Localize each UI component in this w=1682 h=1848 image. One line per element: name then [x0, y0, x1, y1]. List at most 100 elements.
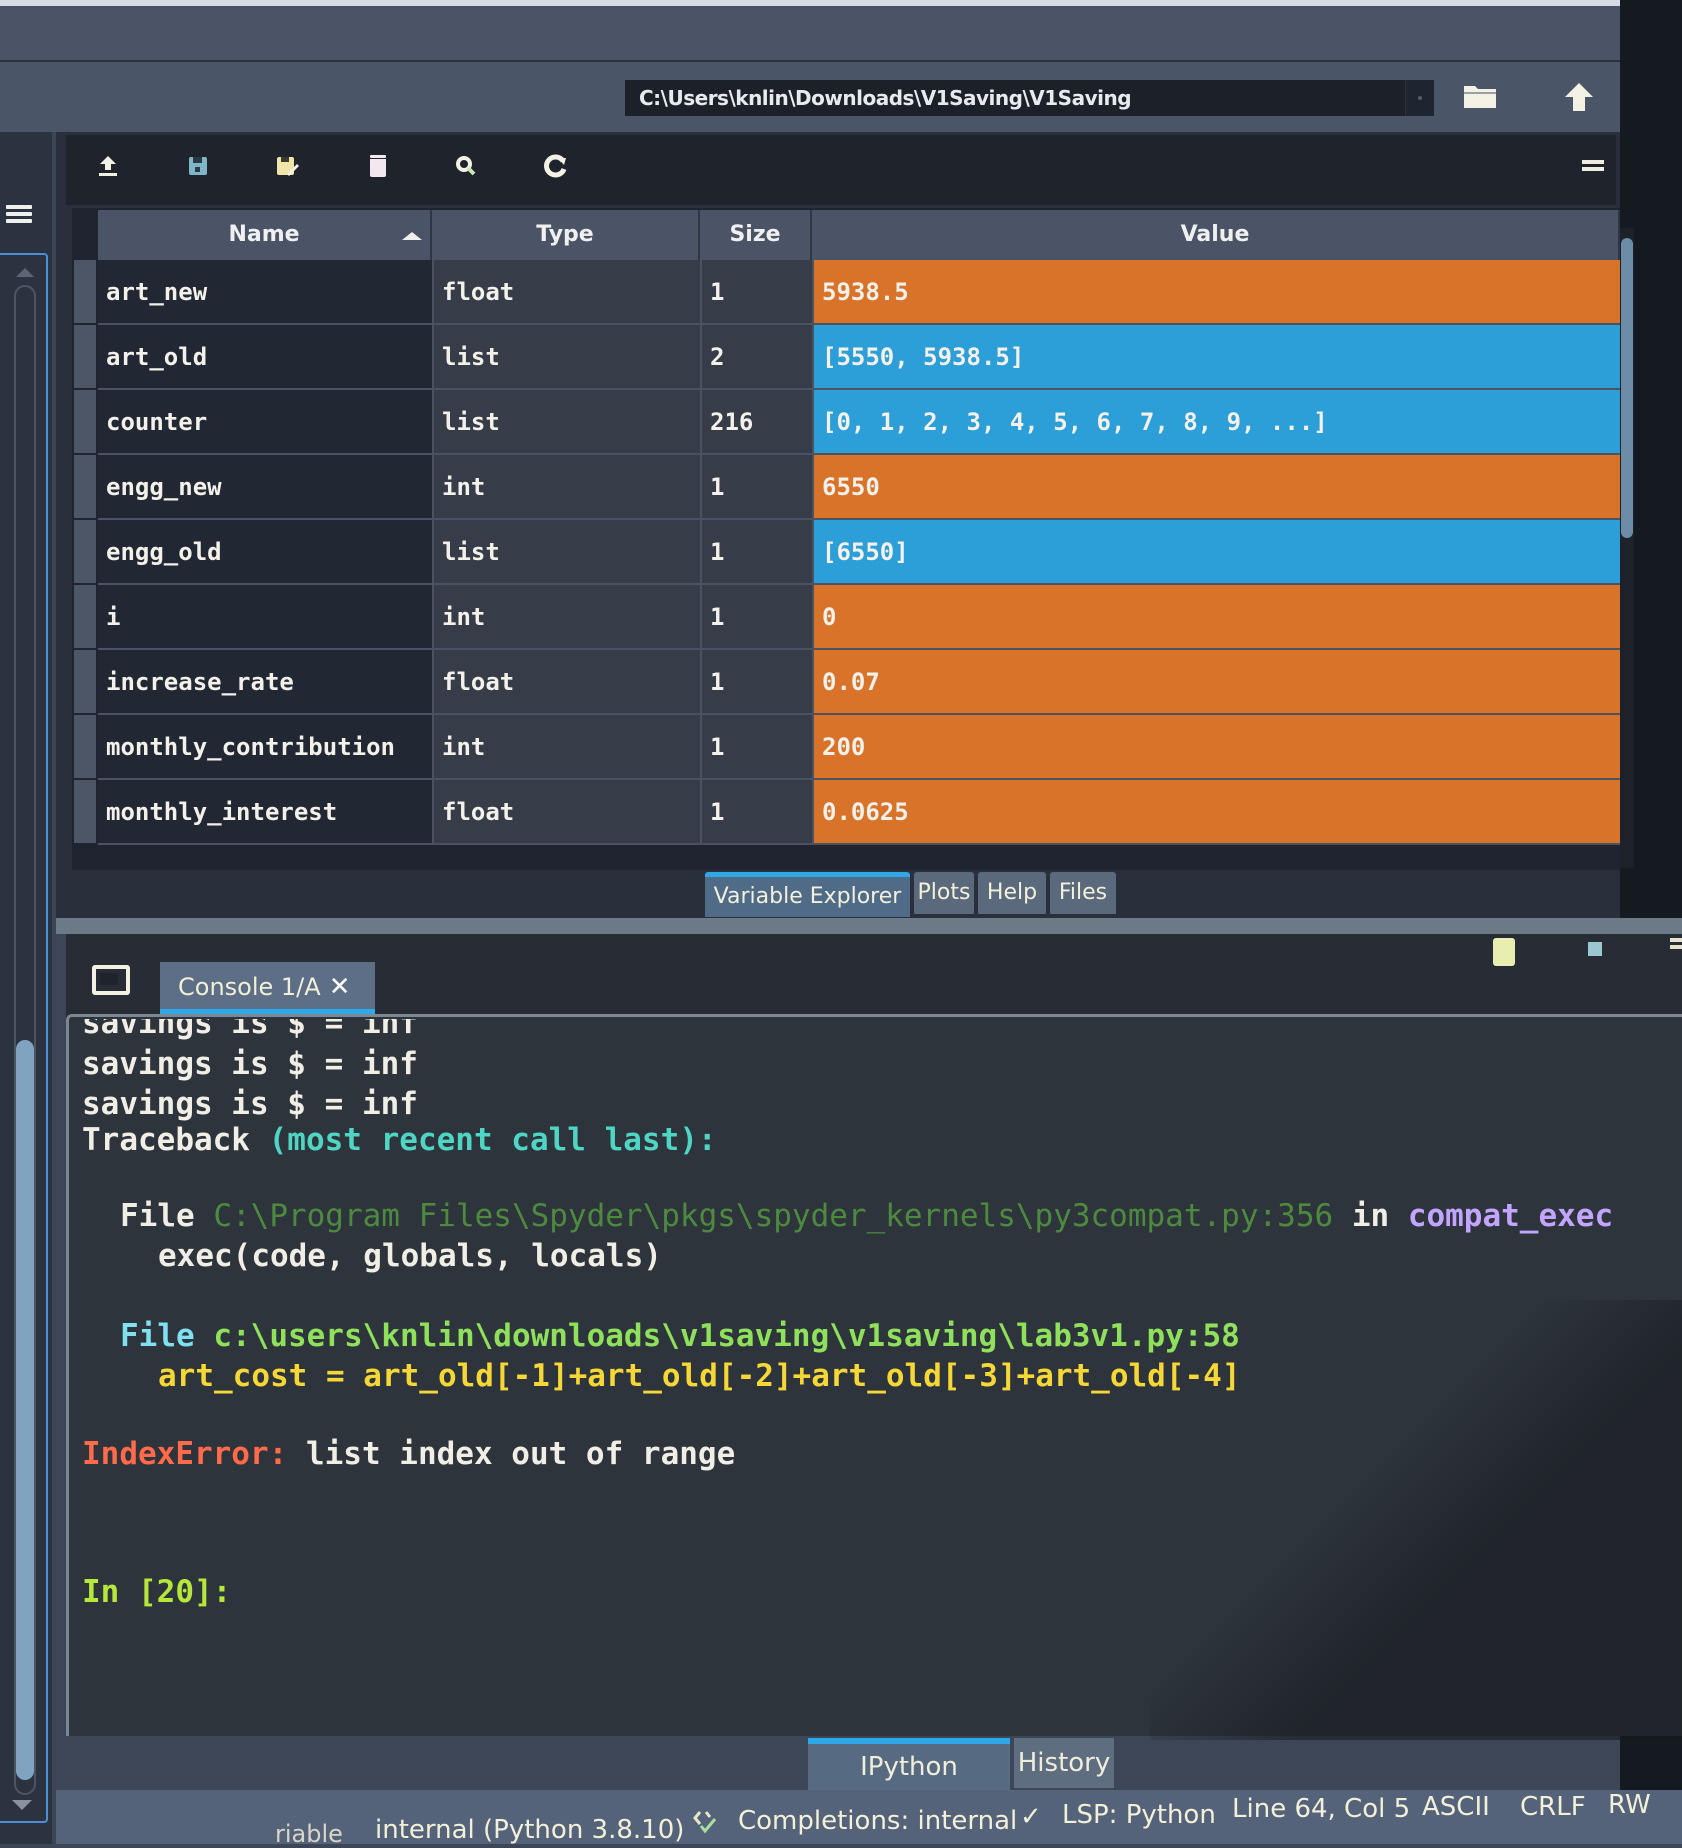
status-cursor-position: Line 64, Col 5: [1232, 1794, 1411, 1824]
refresh-icon[interactable]: [542, 152, 570, 180]
sort-ascending-icon: [402, 232, 422, 240]
variable-value-cell[interactable]: 5938.5: [812, 260, 1620, 325]
variable-type-cell[interactable]: float: [432, 260, 700, 325]
variable-table-scrollbar-thumb[interactable]: [1621, 238, 1633, 538]
traceback-frame-2: File c:\users\knlin\downloads\v1saving\v…: [120, 1318, 1240, 1354]
traceback-header: Traceback (most recent call last):: [82, 1122, 717, 1158]
status-interpreter[interactable]: internal (Python 3.8.10): [375, 1815, 684, 1845]
status-lsp[interactable]: LSP: Python: [1062, 1800, 1216, 1830]
console-tab[interactable]: Console 1/A ✕: [160, 962, 375, 1014]
variable-type-cell[interactable]: list: [432, 325, 700, 390]
variable-size-cell[interactable]: 1: [700, 455, 812, 520]
variable-name-cell[interactable]: increase_rate: [98, 650, 432, 715]
status-eol: CRLF: [1520, 1792, 1586, 1822]
menu-icon[interactable]: [6, 205, 32, 225]
variable-type-cell[interactable]: int: [432, 715, 700, 780]
row-header[interactable]: [74, 780, 96, 843]
variable-type-cell[interactable]: float: [432, 650, 700, 715]
search-icon[interactable]: [452, 152, 480, 180]
remove-all-variables-icon[interactable]: [364, 152, 392, 180]
stop-kernel-icon[interactable]: [1588, 942, 1602, 956]
status-completions[interactable]: Completions: internal: [738, 1806, 1017, 1836]
scroll-down-arrow-icon[interactable]: [12, 1800, 32, 1810]
row-header[interactable]: [74, 325, 96, 388]
variable-value-cell[interactable]: 0.07: [812, 650, 1620, 715]
close-icon[interactable]: ✕: [329, 972, 351, 1002]
variable-type-cell[interactable]: list: [432, 520, 700, 585]
window-top-strip: [0, 0, 1620, 62]
console-output-line: savings is $ = inf: [82, 1086, 418, 1122]
variable-value-cell[interactable]: [5550, 5938.5]: [812, 325, 1620, 390]
console-browse-tabs-icon[interactable]: [92, 965, 130, 995]
traceback-file-link[interactable]: C:\Program Files\Spyder\pkgs\spyder_kern…: [213, 1198, 1333, 1234]
traceback-file-link[interactable]: c:\users\knlin\downloads\v1saving\v1savi…: [213, 1318, 1240, 1354]
variable-value-cell[interactable]: 0.0625: [812, 780, 1620, 845]
column-header-size[interactable]: Size: [700, 210, 812, 260]
variable-name-cell[interactable]: i: [98, 585, 432, 650]
clear-console-icon[interactable]: [1493, 938, 1515, 966]
variable-name-cell[interactable]: engg_old: [98, 520, 432, 585]
folder-open-icon[interactable]: [1462, 82, 1500, 110]
variable-size-cell[interactable]: 1: [700, 520, 812, 585]
scroll-up-arrow-icon[interactable]: [16, 268, 34, 277]
status-encoding: ASCII: [1422, 1792, 1490, 1822]
variable-value-cell[interactable]: 200: [812, 715, 1620, 780]
save-data-icon[interactable]: [184, 152, 212, 180]
tab-help[interactable]: Help: [978, 872, 1046, 914]
column-header-name[interactable]: Name: [98, 210, 432, 260]
variable-type-cell[interactable]: int: [432, 585, 700, 650]
variable-size-cell[interactable]: 1: [700, 650, 812, 715]
error-message: IndexError: list index out of range: [82, 1436, 736, 1472]
tab-variable-explorer[interactable]: Variable Explorer: [705, 872, 910, 917]
working-directory-dropdown[interactable]: [1405, 80, 1434, 116]
tab-files[interactable]: Files: [1050, 872, 1116, 914]
variable-type-cell[interactable]: float: [432, 780, 700, 845]
tab-ipython-console[interactable]: IPython Console: [808, 1738, 1010, 1828]
variable-name-cell[interactable]: art_new: [98, 260, 432, 325]
window-top-edge: [0, 0, 1620, 6]
console-options-icon[interactable]: [1670, 938, 1682, 958]
row-header[interactable]: [74, 715, 96, 778]
working-directory-input[interactable]: C:\Users\knlin\Downloads\V1Saving\V1Savi…: [625, 80, 1405, 116]
variable-value-cell[interactable]: 6550: [812, 455, 1620, 520]
row-header[interactable]: [74, 390, 96, 453]
status-file-mode: RW: [1608, 1790, 1651, 1820]
dropdown-dot: [1418, 96, 1422, 100]
variable-size-cell[interactable]: 1: [700, 780, 812, 845]
variable-value-cell[interactable]: [0, 1, 2, 3, 4, 5, 6, 7, 8, 9, ...]: [812, 390, 1620, 455]
variable-name-cell[interactable]: engg_new: [98, 455, 432, 520]
row-header[interactable]: [74, 650, 96, 713]
variable-value-cell[interactable]: [6550]: [812, 520, 1620, 585]
row-header[interactable]: [74, 585, 96, 648]
variable-name-cell[interactable]: art_old: [98, 325, 432, 390]
variable-name-cell[interactable]: monthly_contribution: [98, 715, 432, 780]
import-data-icon[interactable]: [94, 152, 122, 180]
variable-name-cell[interactable]: counter: [98, 390, 432, 455]
variable-type-cell[interactable]: int: [432, 455, 700, 520]
completions-icon: [692, 1808, 718, 1841]
editor-scrollbar-thumb[interactable]: [16, 1040, 34, 1780]
column-header-value[interactable]: Value: [812, 210, 1620, 260]
row-header[interactable]: [74, 260, 96, 323]
tab-history[interactable]: History: [1014, 1738, 1114, 1788]
row-header[interactable]: [74, 520, 96, 583]
variable-size-cell[interactable]: 2: [700, 325, 812, 390]
variable-name-cell[interactable]: monthly_interest: [98, 780, 432, 845]
checkmark-icon: ✓: [1020, 1802, 1042, 1832]
variable-size-cell[interactable]: 1: [700, 715, 812, 780]
save-as-icon[interactable]: [273, 152, 301, 180]
row-header[interactable]: [74, 455, 96, 518]
variable-size-cell[interactable]: 1: [700, 585, 812, 650]
variable-value-cell[interactable]: 0: [812, 585, 1620, 650]
parent-directory-icon[interactable]: [1562, 80, 1596, 114]
pane-splitter[interactable]: [56, 918, 1682, 934]
console-input-prompt[interactable]: In [20]:: [82, 1574, 231, 1610]
variable-size-cell[interactable]: 1: [700, 260, 812, 325]
variable-size-cell[interactable]: 216: [700, 390, 812, 455]
traceback-code-2: art_cost = art_old[-1]+art_old[-2]+art_o…: [158, 1358, 1241, 1394]
tab-plots[interactable]: Plots: [914, 872, 974, 914]
column-header-type[interactable]: Type: [432, 210, 700, 260]
options-menu-icon[interactable]: [1582, 160, 1604, 178]
console-output-line: savings is $ = inf: [82, 1046, 418, 1082]
variable-type-cell[interactable]: list: [432, 390, 700, 455]
